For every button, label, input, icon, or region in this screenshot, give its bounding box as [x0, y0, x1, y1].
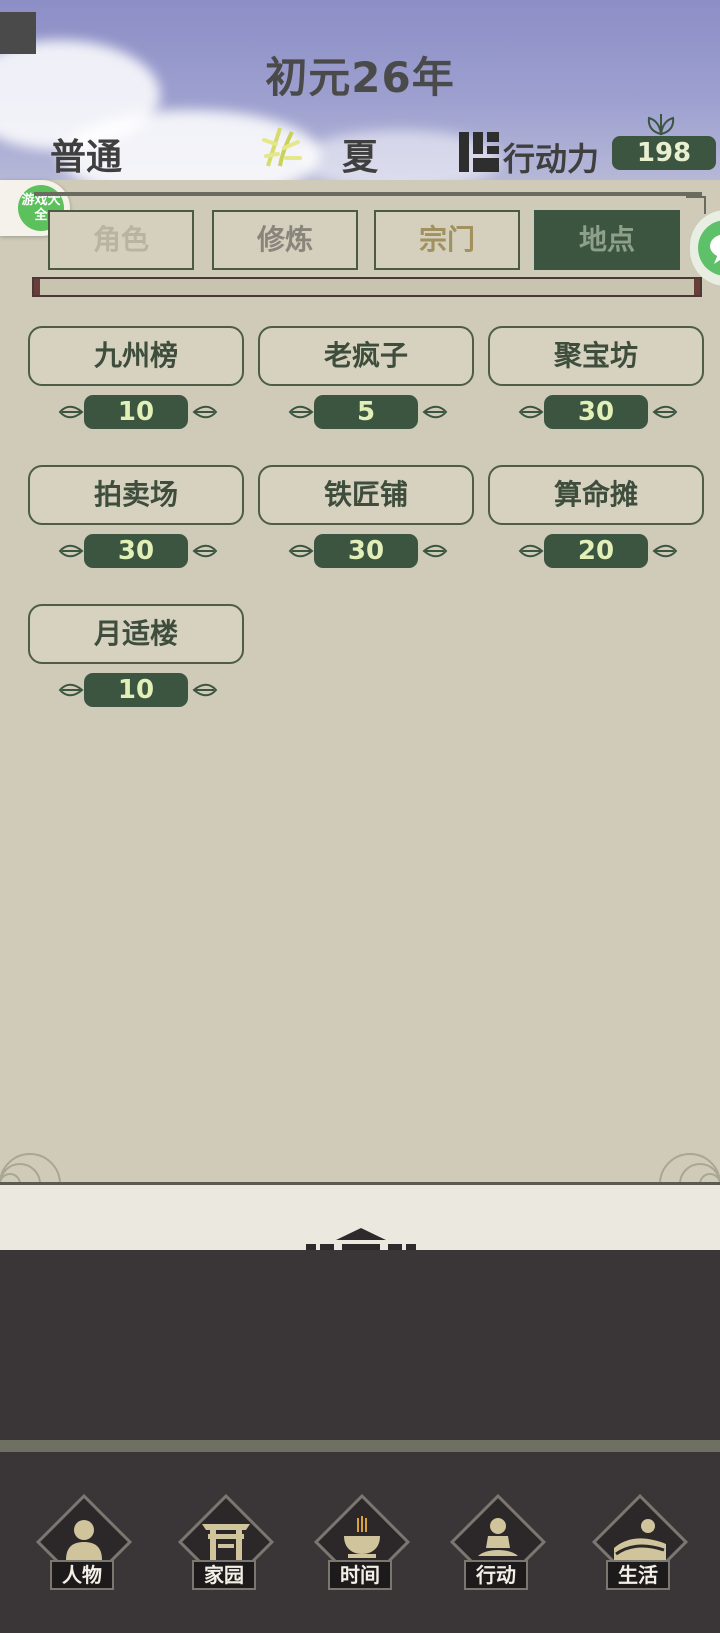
leaf-ornament-icon	[518, 544, 544, 558]
leaf-ornament-icon	[58, 544, 84, 558]
nav-life[interactable]: 生活	[586, 1493, 690, 1596]
location-cost: 10	[58, 673, 218, 707]
nav-person[interactable]: 人物	[30, 1493, 134, 1596]
tab-cultivation[interactable]: 修炼	[212, 210, 358, 270]
location-cost: 30	[58, 534, 218, 568]
leaf-ornament-icon	[192, 405, 218, 419]
wave-corner-ornament	[659, 1153, 720, 1184]
leaf-ornament-icon	[652, 405, 678, 419]
nav-home[interactable]: 家园	[172, 1493, 276, 1596]
action-points-label: 行动力	[503, 140, 600, 178]
leaf-ornament-icon	[288, 544, 314, 558]
cost-value: 10	[84, 395, 188, 429]
leaf-ornament-icon	[518, 405, 544, 419]
leaf-ornament-icon	[647, 114, 675, 136]
location-cost: 30	[288, 534, 448, 568]
nav-label: 人物	[50, 1560, 114, 1590]
leaf-ornament-icon	[58, 405, 84, 419]
leaf-ornament-icon	[58, 683, 84, 697]
panel-divider	[0, 1440, 720, 1452]
top-header: 初元26年 普通 夏 行动力 198	[0, 0, 720, 180]
chat-badge[interactable]	[690, 210, 720, 286]
tab-character[interactable]: 角色	[48, 210, 194, 270]
location-button-treasure-shop[interactable]: 聚宝坊	[488, 326, 704, 386]
tab-frame-corner	[686, 196, 706, 214]
action-points-icon	[459, 132, 499, 172]
leaf-ornament-icon	[422, 544, 448, 558]
leaf-ornament-icon	[422, 405, 448, 419]
meditating-figure-icon	[478, 1518, 518, 1556]
leaf-ornament-icon	[288, 405, 314, 419]
location-cost: 30	[518, 395, 678, 429]
cost-value: 10	[84, 673, 188, 707]
leaf-ornament-icon	[652, 544, 678, 558]
cost-value: 20	[544, 534, 648, 568]
location-button-jiuzhou-rank[interactable]: 九州榜	[28, 326, 244, 386]
action-points-value: 198	[612, 136, 716, 170]
person-icon	[66, 1520, 102, 1560]
incense-burner-icon	[344, 1516, 380, 1558]
gate-icon	[202, 1524, 250, 1562]
location-button-blacksmith[interactable]: 铁匠铺	[258, 465, 474, 525]
pagoda-roof-icon	[306, 1228, 416, 1250]
location-button-fortune-stall[interactable]: 算命摊	[488, 465, 704, 525]
nav-time[interactable]: 时间	[308, 1493, 412, 1596]
location-button-auction-house[interactable]: 拍卖场	[28, 465, 244, 525]
nav-label: 行动	[464, 1560, 528, 1590]
nav-action[interactable]: 行动	[444, 1493, 548, 1596]
tab-divider-bar	[32, 277, 702, 297]
location-button-old-madman[interactable]: 老疯子	[258, 326, 474, 386]
leaf-ornament-icon	[192, 544, 218, 558]
nav-label: 家园	[192, 1560, 256, 1590]
nav-label: 生活	[606, 1560, 670, 1590]
year-title: 初元26年	[265, 53, 455, 102]
tab-frame-top	[34, 192, 702, 196]
location-cost: 5	[288, 395, 448, 429]
nav-label: 时间	[328, 1560, 392, 1590]
difficulty-label: 普通	[50, 137, 123, 178]
cost-value: 30	[544, 395, 648, 429]
bamboo-icon	[262, 127, 302, 167]
leaf-ornament-icon	[192, 683, 218, 697]
tab-sect[interactable]: 宗门	[374, 210, 520, 270]
location-cost: 10	[58, 395, 218, 429]
sun-landscape-icon	[614, 1519, 666, 1562]
tab-location[interactable]: 地点	[534, 210, 680, 270]
cost-value: 5	[314, 395, 418, 429]
location-cost: 20	[518, 534, 678, 568]
location-button-moon-tower[interactable]: 月适楼	[28, 604, 244, 664]
cost-value: 30	[84, 534, 188, 568]
wave-corner-ornament	[0, 1153, 61, 1184]
chat-bubble-icon	[698, 220, 720, 276]
cost-value: 30	[314, 534, 418, 568]
season-label: 夏	[342, 137, 379, 178]
